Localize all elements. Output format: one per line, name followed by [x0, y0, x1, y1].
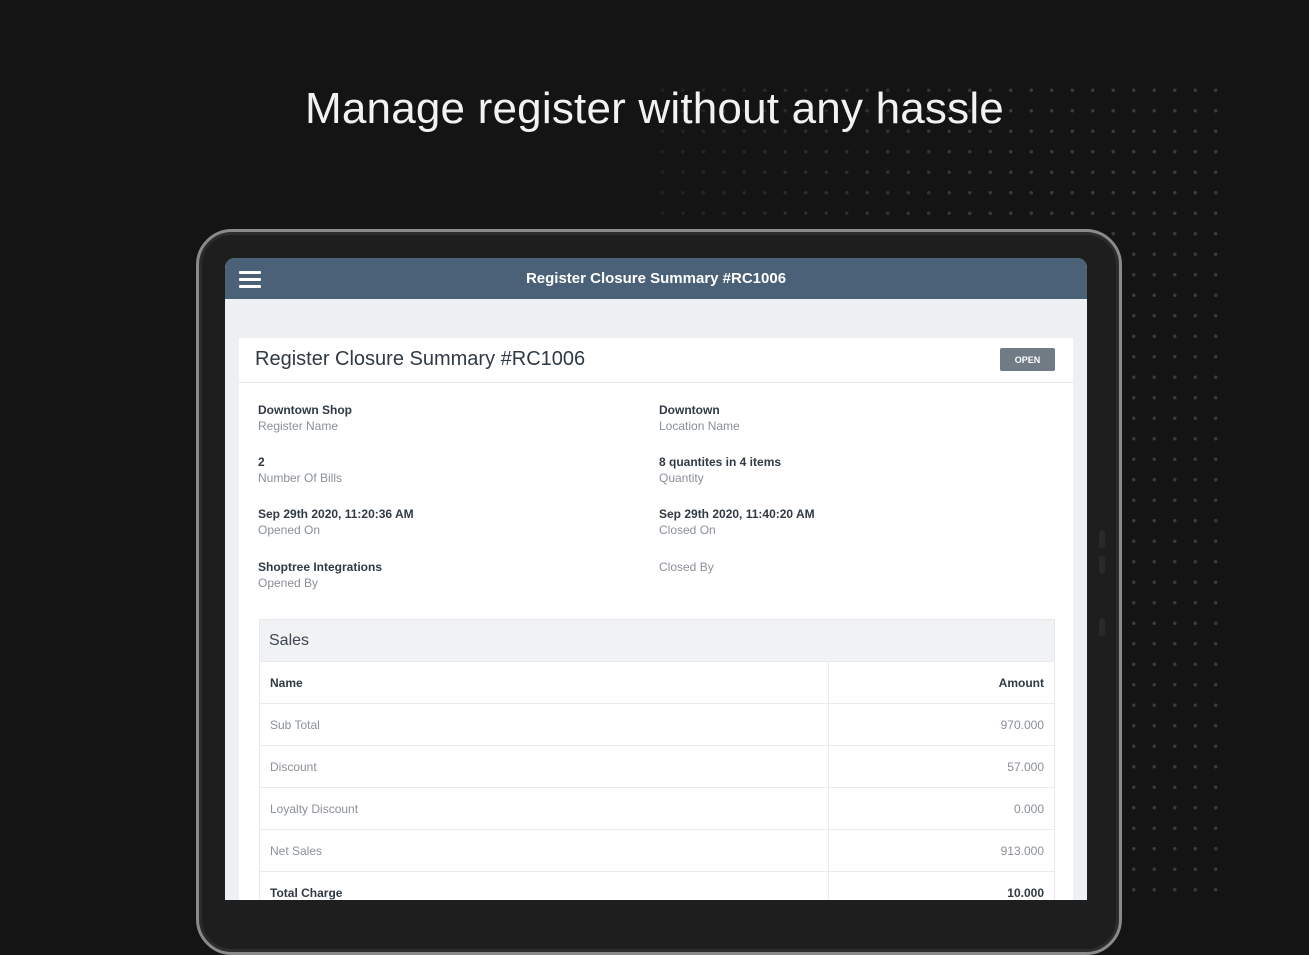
- number-of-bills-field: 2 Number Of Bills: [258, 454, 342, 486]
- quantity-field: 8 quantites in 4 items Quantity: [659, 454, 781, 486]
- table-row: Loyalty Discount 0.000: [260, 787, 1054, 829]
- row-amount: 0.000: [1013, 801, 1044, 816]
- table-row: Discount 57.000: [260, 745, 1054, 787]
- tablet-screen: Register Closure Summary #RC1006 Registe…: [225, 258, 1087, 900]
- register-name-label: Register Name: [258, 419, 339, 433]
- tablet-side-button: [1099, 530, 1105, 548]
- row-amount: 57.000: [1007, 759, 1044, 774]
- location-name-value: Downtown: [659, 403, 720, 417]
- table-row: Sub Total 970.000: [260, 703, 1054, 745]
- sales-table: Sales Name Amount Sub Total 970.000 Disc…: [259, 619, 1055, 900]
- closed-by-label: Closed By: [659, 560, 714, 574]
- marketing-headline: Manage register without any hassle: [305, 84, 1004, 133]
- row-amount: 970.000: [1000, 717, 1044, 732]
- row-amount: 10.000: [1007, 885, 1044, 900]
- row-name: Net Sales: [260, 830, 829, 871]
- opened-by-value: Shoptree Integrations: [258, 560, 383, 574]
- number-of-bills-label: Number Of Bills: [258, 471, 343, 485]
- page-title: Register Closure Summary #RC1006: [255, 348, 586, 370]
- table-row: Net Sales 913.000: [260, 829, 1054, 871]
- quantity-label: Quantity: [659, 471, 704, 485]
- row-name: Total Charge: [260, 872, 829, 900]
- row-name: Discount: [260, 746, 829, 787]
- tablet-side-button: [1099, 556, 1105, 574]
- opened-by-field: Shoptree Integrations Opened By: [258, 559, 382, 591]
- opened-on-field: Sep 29th 2020, 11:20:36 AM Opened On: [258, 506, 414, 538]
- opened-by-label: Opened By: [258, 576, 319, 590]
- row-name: Loyalty Discount: [260, 788, 829, 829]
- column-header-name: Name: [260, 662, 829, 703]
- closed-on-field: Sep 29th 2020, 11:40:20 AM Closed On: [659, 506, 815, 538]
- row-name: Sub Total: [260, 704, 829, 745]
- app-bar: Register Closure Summary #RC1006: [225, 258, 1087, 299]
- status-badge: OPEN: [1000, 348, 1055, 371]
- card-header: Register Closure Summary #RC1006 OPEN: [239, 338, 1073, 383]
- summary-card: Register Closure Summary #RC1006 OPEN Do…: [239, 338, 1073, 900]
- closed-by-field: Closed By: [659, 559, 714, 575]
- table-row-total: Total Charge 10.000: [260, 871, 1054, 900]
- register-name-value: Downtown Shop: [258, 403, 352, 417]
- closed-on-label: Closed On: [659, 523, 716, 537]
- table-header-row: Name Amount: [260, 661, 1054, 703]
- closed-on-value: Sep 29th 2020, 11:40:20 AM: [659, 507, 815, 521]
- row-amount: 913.000: [1000, 843, 1044, 858]
- quantity-value: 8 quantites in 4 items: [659, 455, 782, 469]
- number-of-bills-value: 2: [258, 455, 265, 469]
- register-name-field: Downtown Shop Register Name: [258, 402, 352, 434]
- tablet-side-button: [1099, 618, 1105, 636]
- location-name-label: Location Name: [659, 419, 740, 433]
- column-header-amount: Amount: [998, 675, 1044, 690]
- location-name-field: Downtown Location Name: [659, 402, 740, 434]
- opened-on-value: Sep 29th 2020, 11:20:36 AM: [258, 507, 414, 521]
- app-bar-title: Register Closure Summary #RC1006: [525, 270, 787, 287]
- hamburger-menu-icon[interactable]: [239, 271, 261, 288]
- opened-on-label: Opened On: [258, 523, 321, 537]
- sales-table-title: Sales: [260, 620, 1054, 661]
